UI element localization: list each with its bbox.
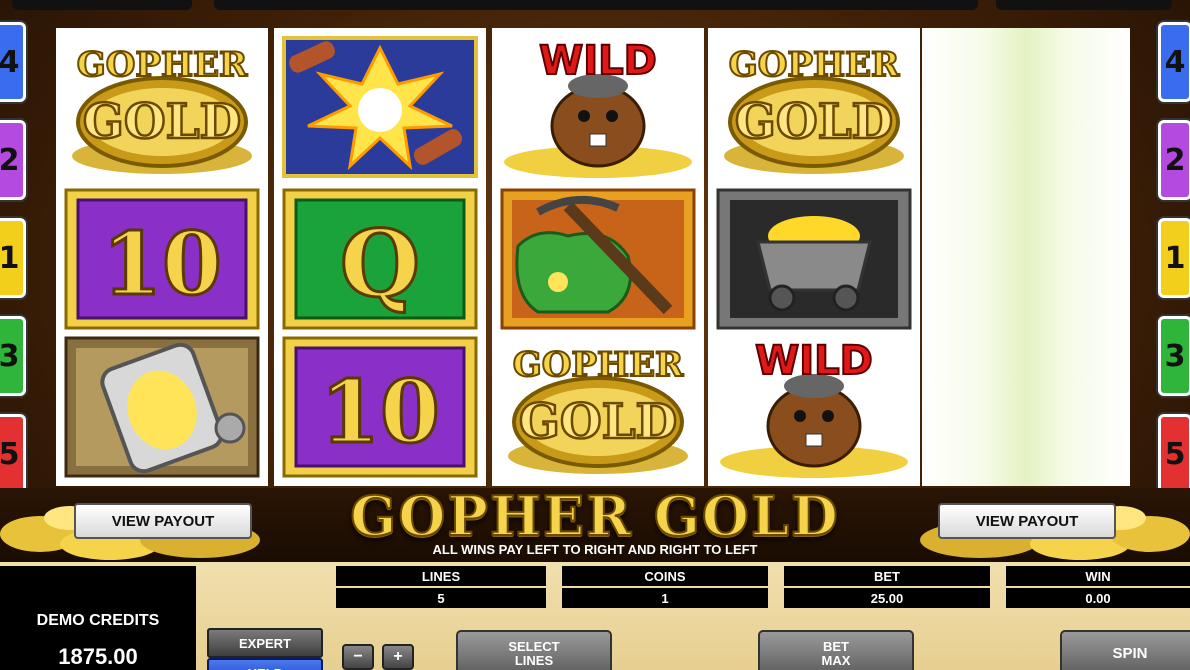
expert-mode-button[interactable]: EXPERT (207, 628, 323, 658)
line-marker-left-4[interactable]: 4 (0, 22, 26, 102)
demo-credits-value: 1875.00 (58, 644, 138, 669)
ten-label: 10 (320, 362, 440, 463)
reel-2: Q 10 (274, 28, 486, 486)
line-marker-right-1[interactable]: 1 (1158, 218, 1190, 298)
ten-label: 10 (102, 214, 222, 315)
queen-label: Q (340, 210, 420, 318)
top-bar-right (996, 0, 1172, 10)
game-logo-title: GOPHER GOLD (349, 483, 840, 549)
lines-value: 5 (336, 588, 546, 608)
slot-machine: 4 2 1 3 5 4 2 1 3 5 GOPHER GOLD 10 Q 10 … (0, 0, 1190, 670)
logo-word-top: GOPHER (77, 45, 248, 85)
bet-value: 25.00 (784, 588, 990, 608)
logo-word-bottom: GOLD (519, 394, 677, 450)
logo-word-bottom: GOLD (735, 94, 893, 150)
view-payout-button-right[interactable]: VIEW PAYOUT (938, 503, 1116, 539)
line-marker-left-1[interactable]: 1 (0, 218, 26, 298)
pay-rule-subtitle: ALL WINS PAY LEFT TO RIGHT AND RIGHT TO … (432, 542, 758, 557)
symbol-gopher-gold-logo: GOPHER GOLD (498, 334, 698, 480)
view-payout-button-left[interactable]: VIEW PAYOUT (74, 503, 252, 539)
win-value: 0.00 (1006, 588, 1190, 608)
symbol-dynamite-explosion (280, 34, 480, 180)
bet-max-button[interactable]: BET MAX (758, 630, 914, 670)
spin-button[interactable]: SPIN (1060, 630, 1190, 670)
symbol-ten: 10 (280, 334, 480, 480)
logo-word-top: GOPHER (513, 345, 684, 385)
symbol-pickaxe-bag (498, 186, 698, 332)
wild-label: WILD (755, 338, 873, 384)
line-marker-right-3[interactable]: 3 (1158, 316, 1190, 396)
demo-credits-label: DEMO CREDITS (36, 612, 160, 629)
coins-label: COINS (562, 566, 768, 586)
symbol-ten: 10 (62, 186, 262, 332)
line-marker-left-3[interactable]: 3 (0, 316, 26, 396)
symbol-gopher-gold-logo: GOPHER GOLD (714, 34, 914, 180)
bet-label: BET (784, 566, 990, 586)
logo-word-bottom: GOLD (83, 94, 241, 150)
reel-3: WILD GOPHER GOLD (492, 28, 704, 486)
reel-1: GOPHER GOLD 10 (56, 28, 268, 486)
top-bar-left (12, 0, 192, 10)
symbol-lantern (62, 334, 262, 480)
line-marker-right-4[interactable]: 4 (1158, 22, 1190, 102)
coins-decrease-button[interactable]: − (342, 644, 374, 670)
reel-5-spinning (922, 28, 1130, 486)
symbol-gold-mine-cart (714, 186, 914, 332)
line-marker-right-5[interactable]: 5 (1158, 414, 1190, 494)
coins-value: 1 (562, 588, 768, 608)
line-marker-left-5[interactable]: 5 (0, 414, 26, 494)
coins-increase-button[interactable]: + (382, 644, 414, 670)
select-lines-button[interactable]: SELECT LINES (456, 630, 612, 670)
line-marker-left-2[interactable]: 2 (0, 120, 26, 200)
lines-label: LINES (336, 566, 546, 586)
wild-label: WILD (539, 38, 657, 84)
symbol-gopher-gold-logo: GOPHER GOLD (62, 34, 262, 180)
symbol-wild-gopher: WILD (714, 334, 914, 480)
top-bar-center (214, 0, 978, 10)
help-button[interactable]: HELP (207, 658, 323, 670)
line-marker-right-2[interactable]: 2 (1158, 120, 1190, 200)
symbol-wild-gopher: WILD (498, 34, 698, 180)
logo-word-top: GOPHER (729, 45, 900, 85)
symbol-queen: Q (280, 186, 480, 332)
win-label: WIN (1006, 566, 1190, 586)
reel-4: GOPHER GOLD WILD (708, 28, 920, 486)
